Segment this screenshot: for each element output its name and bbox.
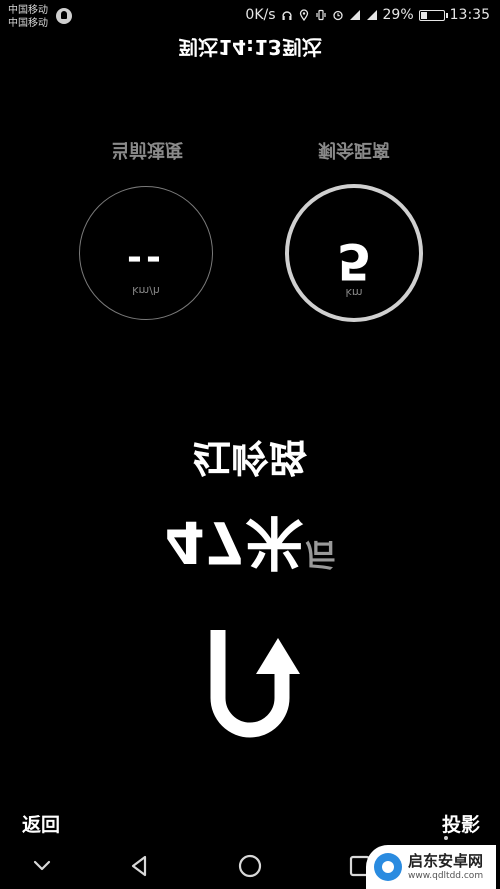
watermark-badge: 启东安卓网 www.qdltdd.com (366, 845, 496, 889)
carrier-2: 中国移动 (8, 18, 48, 29)
carrier-names: 中国移动 中国移动 (8, 4, 48, 30)
eta-text: 到达14:13到达 (178, 35, 322, 59)
clock: 13:35 (449, 7, 490, 23)
status-bar: 中国移动 中国移动 0K/s 29% 13:35 (0, 0, 500, 34)
cast-button[interactable]: 投影 (442, 810, 480, 837)
watermark-url: www.qdltdd.com (408, 870, 484, 881)
speed-value: -- (127, 240, 165, 281)
watermark-name: 启东安卓网 (408, 851, 484, 870)
headset-icon (281, 9, 293, 21)
signal-sim2-icon (366, 9, 378, 21)
remaining-value: 5 (336, 232, 372, 290)
watermark-text: 启东安卓网 www.qdltdd.com (408, 851, 484, 881)
nav-hide-button[interactable] (27, 851, 57, 881)
location-icon (298, 9, 310, 21)
net-speed: 0K/s (245, 7, 276, 23)
watermark-logo-icon (374, 853, 402, 881)
battery-percent: 29% (382, 7, 414, 23)
alarm-icon (332, 9, 344, 21)
road-name: 红岭路 (192, 435, 307, 479)
turn-distance-suffix: 后 (305, 536, 336, 571)
nav-home-button[interactable] (235, 851, 265, 881)
carrier-1: 中国移动 (8, 5, 48, 16)
remaining-distance-gauge: km 5 (285, 184, 423, 322)
battery-fill (420, 11, 427, 19)
current-speed-label: 当前速度 (111, 139, 183, 160)
speed-gauge: km/h -- (79, 186, 213, 320)
signal-sim1-icon (349, 9, 361, 21)
turn-distance-value: 47米 (164, 508, 304, 576)
turn-distance: 47米 后 (0, 505, 500, 589)
cast-indicator-dot (444, 836, 448, 840)
battery-icon (418, 9, 448, 21)
back-button[interactable]: 返回 (22, 810, 60, 837)
u-turn-arrow-icon (200, 628, 300, 738)
remaining-distance-label: 剩余距离 (318, 139, 390, 160)
nav-back-button[interactable] (125, 851, 155, 881)
speed-unit: km/h (132, 284, 160, 297)
status-indicators: 0K/s 29% 13:35 (245, 7, 490, 23)
carrier-app-icon (56, 8, 72, 24)
vibrate-icon (315, 9, 327, 21)
